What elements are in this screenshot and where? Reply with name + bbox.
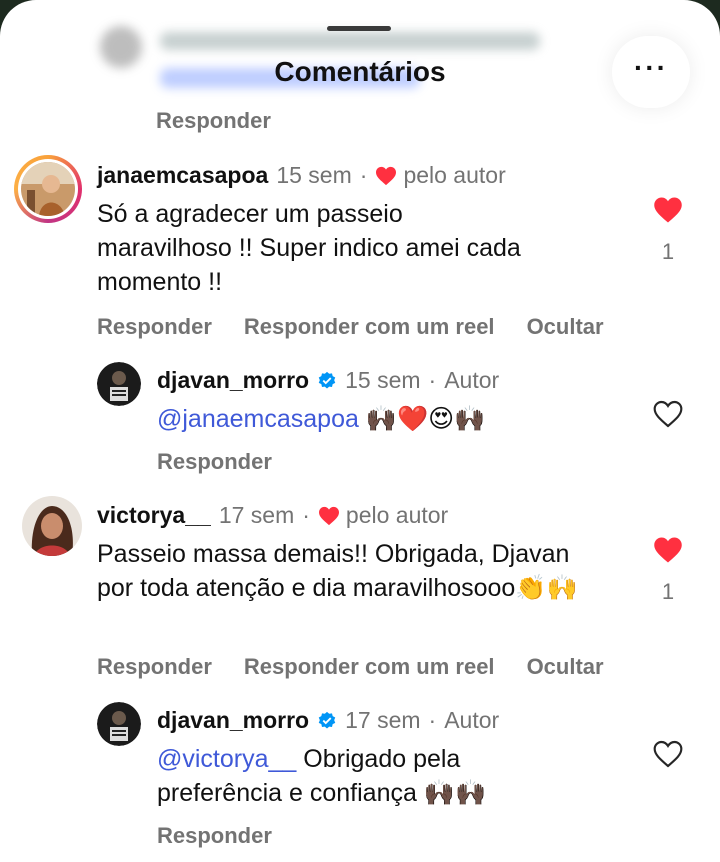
- username[interactable]: djavan_morro: [157, 707, 309, 734]
- reply-text: @victorya__ Obrigado pela preferência e …: [157, 742, 617, 810]
- profile-photo: [21, 162, 75, 216]
- drag-handle[interactable]: [327, 26, 391, 31]
- heart-filled-icon[interactable]: [653, 196, 683, 224]
- comment-text: Passeio massa demais!! Obrigada, Djavan …: [97, 537, 597, 605]
- avatar[interactable]: [14, 155, 82, 223]
- like-control: 1: [648, 196, 688, 265]
- author-label: Autor: [444, 707, 500, 733]
- comment-actions: Responder Responder com um reel Ocultar: [97, 314, 604, 340]
- mention-link[interactable]: @victorya__: [157, 745, 296, 773]
- avatar[interactable]: [22, 496, 82, 556]
- liked-by-author-label: pelo autor: [403, 162, 506, 188]
- like-control: 1: [648, 536, 688, 605]
- more-options-button[interactable]: ···: [612, 36, 690, 108]
- reply-button[interactable]: Responder: [157, 823, 272, 849]
- reply-body: Obrigado pela: [303, 745, 461, 773]
- author-label: Autor: [444, 367, 500, 393]
- timestamp: 15 sem: [276, 162, 352, 188]
- hide-button[interactable]: Ocultar: [527, 654, 604, 680]
- heart-outline-icon[interactable]: [652, 399, 684, 429]
- comment-text: Só a agradecer um passeio maravilhoso !!…: [97, 200, 521, 296]
- avatar[interactable]: [97, 702, 141, 746]
- timestamp: 17 sem: [218, 502, 295, 528]
- heart-filled-icon[interactable]: [653, 536, 683, 564]
- emoji-text: 👏🙌: [515, 573, 578, 602]
- avatar[interactable]: [97, 362, 141, 406]
- emoji-text: 🙌🏿❤️😍🙌🏿: [365, 404, 486, 433]
- like-count: 1: [661, 239, 675, 264]
- mention-link[interactable]: @janaemcasapoa: [157, 405, 359, 433]
- verified-icon: [318, 371, 336, 388]
- reply-button[interactable]: Responder: [157, 449, 272, 475]
- comment-body: Passeio massa demais!! Obrigada, Djavan …: [97, 540, 570, 602]
- reply-button[interactable]: Responder: [97, 314, 212, 340]
- reply-button[interactable]: Responder: [156, 108, 271, 134]
- username[interactable]: djavan_morro: [157, 367, 309, 394]
- timestamp: 17 sem: [345, 707, 421, 733]
- blurred-text: [160, 32, 540, 50]
- emoji-text: 🙌🏿🙌🏿: [423, 778, 487, 807]
- heart-icon: [376, 166, 397, 185]
- comment-meta: victorya__ 17 sem · pelo autor: [97, 502, 449, 529]
- reply-with-reel-button[interactable]: Responder com um reel: [244, 314, 495, 340]
- reply-button[interactable]: Responder: [97, 654, 212, 680]
- hide-button[interactable]: Ocultar: [527, 314, 604, 340]
- comments-sheet: Comentários ··· Responder janaemcasapoa …: [0, 0, 720, 862]
- username[interactable]: janaemcasapoa: [97, 162, 268, 189]
- timestamp: 15 sem: [345, 367, 421, 393]
- reply-with-reel-button[interactable]: Responder com um reel: [244, 654, 495, 680]
- reply-meta: djavan_morro 17 sem · Autor: [157, 707, 500, 734]
- reply-text: @janaemcasapoa 🙌🏿❤️😍🙌🏿: [157, 402, 617, 436]
- comment-meta: janaemcasapoa 15 sem · pelo autor: [97, 162, 506, 189]
- heart-outline-icon[interactable]: [652, 739, 684, 769]
- comment-actions: Responder Responder com um reel Ocultar: [97, 654, 604, 680]
- reply-meta: djavan_morro 15 sem · Autor: [157, 367, 500, 394]
- heart-icon: [318, 506, 339, 525]
- liked-by-author-label: pelo autor: [345, 502, 449, 528]
- verified-icon: [318, 711, 336, 728]
- sheet-header: Comentários ··· Responder: [0, 0, 720, 133]
- like-count: 1: [661, 579, 675, 604]
- reply-body: preferência e confiança: [157, 779, 417, 807]
- username[interactable]: victorya__: [97, 502, 211, 529]
